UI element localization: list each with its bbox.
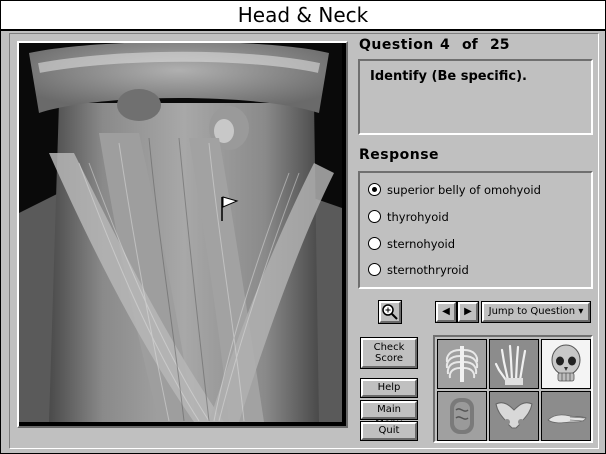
app-title: Head & Neck bbox=[237, 3, 369, 27]
dissection-image bbox=[17, 41, 348, 428]
response-option[interactable]: thyrohyoid bbox=[368, 208, 449, 226]
neck-dissection-photo bbox=[19, 43, 342, 422]
title-bar: Head & Neck bbox=[1, 1, 605, 31]
hand-bones-icon bbox=[494, 344, 527, 385]
radio-icon[interactable] bbox=[368, 263, 381, 276]
region-abdomen-button[interactable] bbox=[437, 391, 487, 441]
zoom-button[interactable] bbox=[378, 300, 402, 324]
triangle-right-icon: ▶ bbox=[464, 306, 472, 317]
response-options: superior belly of omohyoid thyrohyoid st… bbox=[358, 171, 593, 289]
region-foot-button[interactable] bbox=[541, 391, 591, 441]
ribcage-icon bbox=[445, 346, 479, 382]
pelvis-icon bbox=[495, 402, 533, 429]
check-score-button[interactable]: Check Score bbox=[360, 337, 418, 369]
jump-label: Jump to Question bbox=[488, 306, 576, 317]
abdomen-icon bbox=[450, 398, 474, 434]
response-option[interactable]: sternothryroid bbox=[368, 261, 469, 279]
chevron-down-icon: ▾ bbox=[578, 306, 584, 317]
radio-icon[interactable] bbox=[368, 237, 381, 250]
question-total: 25 bbox=[490, 37, 510, 53]
skull-icon bbox=[551, 344, 581, 382]
region-thorax-button[interactable] bbox=[437, 339, 487, 389]
app-window: Head & Neck Question 4 of 25 Identify (B… bbox=[0, 0, 606, 454]
region-pelvis-button[interactable] bbox=[489, 391, 539, 441]
radio-selected-icon[interactable] bbox=[368, 183, 381, 196]
magnifier-plus-icon bbox=[382, 304, 398, 320]
response-option[interactable]: superior belly of omohyoid bbox=[368, 181, 541, 199]
radio-icon[interactable] bbox=[368, 210, 381, 223]
triangle-left-icon: ◀ bbox=[442, 306, 450, 317]
previous-question-button[interactable]: ◀ bbox=[435, 301, 457, 323]
body-region-selector bbox=[433, 335, 593, 443]
region-skull-button[interactable] bbox=[541, 339, 591, 389]
help-button[interactable]: Help bbox=[360, 378, 418, 398]
region-hand-button[interactable] bbox=[489, 339, 539, 389]
main-menu-button[interactable]: Main Menu bbox=[360, 400, 418, 429]
next-question-button[interactable]: ▶ bbox=[457, 301, 479, 323]
question-of: of bbox=[462, 37, 478, 53]
quit-button[interactable]: Quit bbox=[360, 421, 418, 441]
foot-bones-icon bbox=[547, 414, 587, 424]
question-prompt: Identify (Be specific). bbox=[370, 69, 527, 84]
question-number: 4 bbox=[440, 37, 450, 53]
question-label: Question bbox=[359, 37, 434, 53]
response-label: Response bbox=[359, 147, 440, 163]
jump-to-question-button[interactable]: Jump to Question ▾ bbox=[481, 301, 591, 323]
question-prompt-box: Identify (Be specific). bbox=[358, 59, 593, 135]
response-option[interactable]: sternohyoid bbox=[368, 235, 455, 253]
